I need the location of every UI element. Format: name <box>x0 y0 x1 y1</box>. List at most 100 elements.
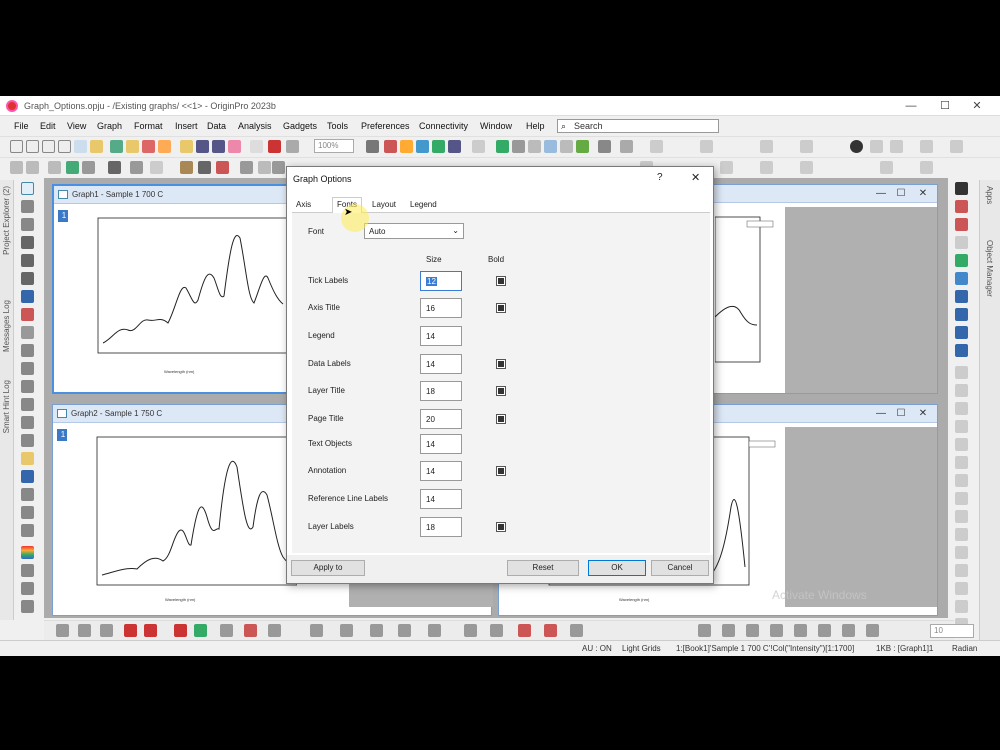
same-height-icon[interactable] <box>955 492 968 505</box>
crop-icon[interactable] <box>800 140 813 153</box>
export-icon[interactable] <box>228 140 241 153</box>
layer-title-size-input[interactable]: 18 <box>420 381 462 401</box>
italic-icon[interactable] <box>722 624 735 637</box>
align-right-icon[interactable] <box>955 384 968 397</box>
object-icon[interactable] <box>955 182 968 195</box>
layer-icon[interactable] <box>108 161 121 174</box>
dot-line-icon[interactable] <box>100 624 113 637</box>
text-frame-icon[interactable] <box>21 362 34 375</box>
more-tools-icon[interactable] <box>21 600 34 613</box>
draw-data-icon[interactable] <box>21 326 34 339</box>
color-icon[interactable] <box>400 140 413 153</box>
matrix-icon[interactable] <box>955 308 968 321</box>
symbol-map-icon[interactable] <box>866 624 879 637</box>
merge-icon[interactable] <box>130 161 143 174</box>
arrange-layers-icon[interactable] <box>216 161 229 174</box>
layout-page-icon[interactable] <box>955 326 968 339</box>
open-icon[interactable] <box>90 140 103 153</box>
graph4-close-button[interactable]: ✕ <box>917 408 929 419</box>
layer-management-icon[interactable] <box>955 236 968 249</box>
import-icon[interactable] <box>110 140 123 153</box>
insert-image-icon[interactable] <box>21 524 34 537</box>
notes-icon[interactable] <box>158 140 171 153</box>
open-file-icon[interactable] <box>180 140 193 153</box>
layer-title-bold-checkbox[interactable] <box>496 386 506 396</box>
new-layout-icon[interactable] <box>74 140 87 153</box>
arrow-icon[interactable] <box>26 161 39 174</box>
align-left-icon[interactable] <box>955 366 968 379</box>
scale-in-icon[interactable] <box>21 218 34 231</box>
menu-tools[interactable]: Tools <box>327 121 348 131</box>
align-center-icon[interactable] <box>955 438 968 451</box>
print-icon[interactable] <box>250 140 263 153</box>
graph3-minimize-button[interactable]: — <box>875 188 887 199</box>
bold-icon[interactable] <box>698 624 711 637</box>
page-title-size-input[interactable]: 20 <box>420 409 462 429</box>
new-matrix-icon[interactable] <box>58 140 71 153</box>
duplicate-icon[interactable] <box>286 140 299 153</box>
layout-icon[interactable] <box>544 140 557 153</box>
plot-setup-icon[interactable] <box>955 218 968 231</box>
data-labels-bold-checkbox[interactable] <box>496 359 506 369</box>
excel-icon[interactable] <box>142 140 155 153</box>
results-log-icon[interactable] <box>416 140 429 153</box>
screen-reader-icon[interactable] <box>21 236 34 249</box>
save-icon[interactable] <box>196 140 209 153</box>
axis-icon[interactable] <box>66 161 79 174</box>
data-reader-icon[interactable] <box>21 254 34 267</box>
graph3-page[interactable] <box>714 207 775 379</box>
smart-hint-log-tab[interactable]: Smart Hint Log <box>2 380 11 433</box>
zoom-select[interactable]: 100% <box>314 139 354 153</box>
rescale-icon[interactable] <box>920 140 933 153</box>
refresh-icon[interactable] <box>268 140 281 153</box>
object-manager-tab[interactable]: Object Manager <box>985 240 994 297</box>
increase-font-icon[interactable] <box>770 624 783 637</box>
new-project-icon[interactable] <box>10 140 23 153</box>
settings-icon[interactable] <box>950 140 963 153</box>
plot-type-icon[interactable] <box>340 624 353 637</box>
multi-panel-icon[interactable] <box>518 624 531 637</box>
text-color-icon[interactable] <box>818 624 831 637</box>
axis-title-size-input[interactable]: 16 <box>420 298 462 318</box>
code-builder-icon[interactable] <box>432 140 445 153</box>
graph4-minimize-button[interactable]: — <box>875 408 887 419</box>
folder-icon[interactable] <box>126 140 139 153</box>
ungroup-icon[interactable] <box>955 528 968 541</box>
graph2-page[interactable]: Wavelength (nm) <box>67 427 298 607</box>
scatter-icon[interactable] <box>370 624 383 637</box>
region-icon[interactable] <box>21 290 34 303</box>
superscript-icon[interactable] <box>720 161 733 174</box>
speed-mode-icon[interactable] <box>272 161 285 174</box>
dock-icon[interactable] <box>512 140 525 153</box>
arrange-icon[interactable] <box>620 140 633 153</box>
contour-icon[interactable] <box>464 624 477 637</box>
apps-tab[interactable]: Apps <box>985 186 994 204</box>
menu-graph[interactable]: Graph <box>97 121 122 131</box>
menu-data[interactable]: Data <box>207 121 226 131</box>
color-palette-icon[interactable] <box>21 546 34 559</box>
worksheet-icon[interactable] <box>955 290 968 303</box>
new-graph-icon[interactable] <box>42 140 55 153</box>
color-scale-icon[interactable] <box>955 272 968 285</box>
fit-icon[interactable] <box>258 161 271 174</box>
legend-size-input[interactable]: 14 <box>420 326 462 346</box>
annotation-bold-checkbox[interactable] <box>496 466 506 476</box>
search-input[interactable]: ⌕ Search <box>557 119 719 133</box>
align-top-icon[interactable] <box>955 402 968 415</box>
column-icon[interactable] <box>398 624 411 637</box>
symbol-size-icon[interactable] <box>220 624 233 637</box>
greek-icon[interactable] <box>800 161 813 174</box>
equation-icon[interactable] <box>21 564 34 577</box>
line-style-icon[interactable] <box>56 624 69 637</box>
legend-update-icon[interactable] <box>955 254 968 267</box>
area-icon[interactable] <box>428 624 441 637</box>
text-tool-icon[interactable] <box>21 344 34 357</box>
save-template-icon[interactable] <box>212 140 225 153</box>
add-app-icon[interactable] <box>496 140 509 153</box>
zoom-in-icon[interactable] <box>870 140 883 153</box>
graph1-page[interactable]: Wavelength (nm) <box>68 208 289 380</box>
subscript-icon[interactable] <box>760 161 773 174</box>
distribute-icon[interactable] <box>955 456 968 469</box>
same-width-icon[interactable] <box>955 474 968 487</box>
rectangle-tool-icon[interactable] <box>21 416 34 429</box>
